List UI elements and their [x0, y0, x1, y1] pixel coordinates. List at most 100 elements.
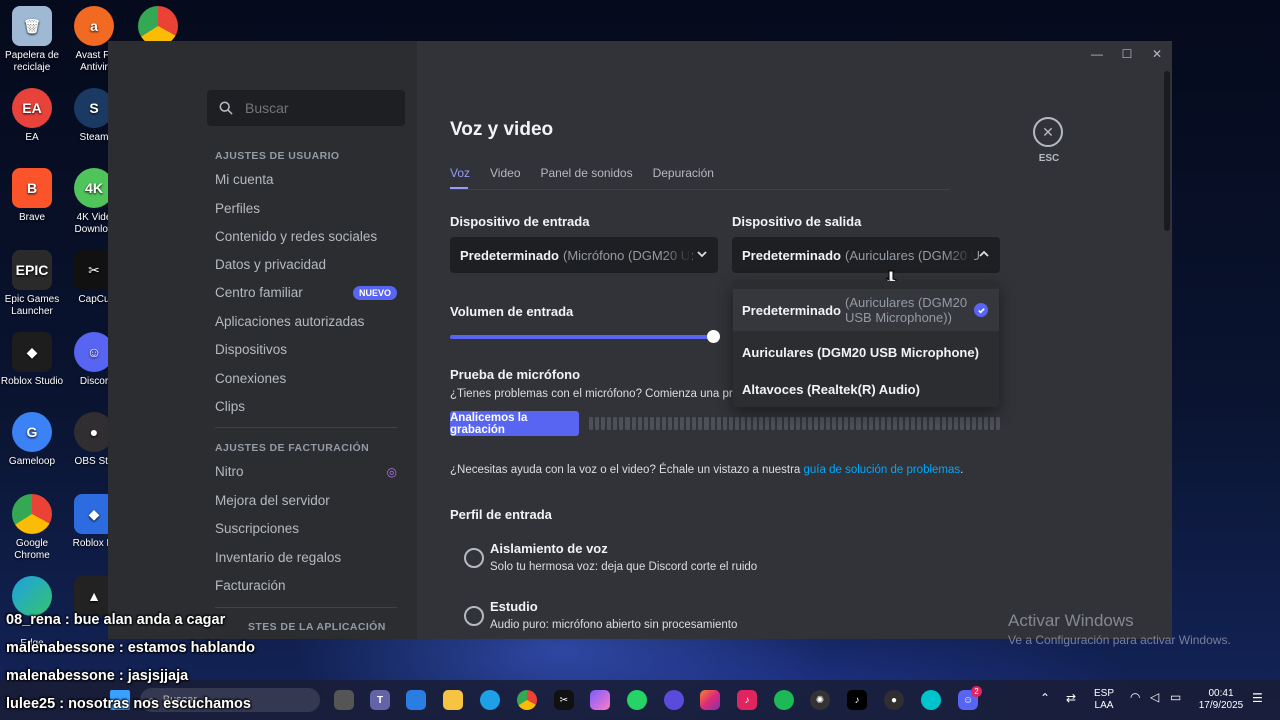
meter-segment [953, 417, 958, 430]
select-fade [662, 237, 692, 273]
window-controls: — ☐ ✕ [1082, 41, 1172, 67]
instagram-icon[interactable] [700, 690, 720, 710]
mic-test-button[interactable]: Analicemos la grabación [450, 411, 579, 436]
close-window-button[interactable]: ✕ [1142, 41, 1172, 67]
sidebar-item-content-social[interactable]: Contenido y redes sociales [215, 229, 397, 244]
wifi-icon[interactable]: ◠ [1130, 691, 1140, 703]
desktop-icon-ea[interactable]: EA EA [0, 88, 64, 144]
spotify-icon[interactable] [774, 690, 794, 710]
user-settings-header: AJUSTES DE USUARIO [215, 150, 340, 162]
sidebar-item-connections[interactable]: Conexiones [215, 371, 397, 386]
meter-segment [874, 417, 879, 430]
sidebar-item-subscriptions[interactable]: Suscripciones [215, 521, 397, 536]
profile-radio-voice-isolation[interactable] [464, 548, 484, 568]
search-input[interactable] [243, 99, 397, 117]
desktop-icon-label: Epic Games Launcher [4, 294, 60, 317]
whatsapp-icon[interactable] [627, 690, 647, 710]
sidebar-item-label: Nitro [215, 464, 244, 479]
file-explorer-icon[interactable] [443, 690, 463, 710]
sidebar-item-my-account[interactable]: Mi cuenta [215, 172, 397, 187]
dropdown-option-default[interactable]: Predeterminado (Auriculares (DGM20 USB M… [733, 289, 999, 331]
tab-debug[interactable]: Depuración [653, 166, 714, 190]
canva-icon[interactable] [921, 690, 941, 710]
sidebar-item-devices[interactable]: Dispositivos [215, 342, 397, 357]
output-device-select[interactable]: Predeterminado (Auriculares (DGM20 U [732, 237, 1000, 273]
chatgpt-icon[interactable]: ✺ [810, 690, 830, 710]
profile-radio-studio[interactable] [464, 606, 484, 626]
desktop-icon-brave[interactable]: B Brave [0, 168, 64, 224]
sidebar-item-authorized-apps[interactable]: Aplicaciones autorizadas [215, 314, 397, 329]
brave-icon: B [12, 168, 52, 208]
chat-message: malenabessone : estamos hablando [6, 640, 256, 656]
tray-network-icon[interactable]: ⇄ [1066, 692, 1076, 704]
tiktok-icon[interactable]: ♪ [847, 690, 867, 710]
desktop-icon-roblox-studio[interactable]: ◆ Roblox Studio [0, 332, 64, 388]
scrollbar[interactable] [1164, 71, 1170, 231]
sidebar-item-label: Facturación [215, 578, 286, 593]
copilot-icon[interactable] [590, 690, 610, 710]
meter-segment [765, 417, 770, 430]
sidebar-item-label: Datos y privacidad [215, 257, 327, 272]
meter-segment [838, 417, 843, 430]
task-view-icon[interactable] [334, 690, 354, 710]
desktop-icon-chrome[interactable]: Google Chrome [0, 494, 64, 562]
tiktok-alt-icon[interactable]: ♪ [737, 690, 757, 710]
sidebar-item-family-center[interactable]: Centro familiar NUEVO [215, 285, 397, 300]
obs-taskbar-icon[interactable]: ● [884, 690, 904, 710]
notifications-icon[interactable]: ☰ [1252, 692, 1263, 704]
input-volume-slider-handle[interactable] [707, 330, 720, 343]
troubleshooting-link[interactable]: guía de solución de problemas [804, 464, 961, 476]
sidebar-item-billing[interactable]: Facturación [215, 578, 397, 593]
recycle-bin-icon: 🗑 [12, 6, 52, 46]
clock-time: 00:41 [1208, 688, 1234, 699]
new-badge: NUEVO [352, 285, 397, 300]
tab-soundboard[interactable]: Panel de sonidos [541, 166, 633, 190]
desktop-icon-recycle-bin[interactable]: 🗑 Papelera de reciclaje [0, 6, 64, 74]
volume-icon[interactable]: ◁ [1150, 691, 1159, 703]
sidebar-item-data-privacy[interactable]: Datos y privacidad [215, 257, 397, 272]
app-taskbar-icon[interactable] [664, 690, 684, 710]
sidebar-item-server-boost[interactable]: Mejora del servidor [215, 493, 397, 508]
esc-label: ESC [1038, 153, 1060, 164]
meter-segment [704, 417, 709, 430]
chat-username: lulee25 [6, 696, 56, 712]
meter-segment [637, 417, 642, 430]
store-icon[interactable] [406, 690, 426, 710]
battery-icon[interactable]: ▭ [1170, 691, 1181, 703]
meter-segment [850, 417, 855, 430]
sidebar-item-gift-inventory[interactable]: Inventario de regalos [215, 550, 397, 565]
dropdown-option-speakers[interactable]: Altavoces (Realtek(R) Audio) [733, 378, 999, 400]
tab-video[interactable]: Video [490, 166, 520, 190]
chevron-up-icon [979, 250, 989, 257]
sidebar-item-profiles[interactable]: Perfiles [215, 201, 397, 216]
clock[interactable]: 00:41 17/9/2025 [1196, 688, 1246, 712]
sidebar-item-nitro[interactable]: Nitro ◎ [215, 464, 397, 479]
desktop-icon-gameloop[interactable]: G Gameloop [0, 412, 64, 468]
dropdown-option-headphones[interactable]: Auriculares (DGM20 USB Microphone) [733, 341, 999, 363]
sidebar-search[interactable] [207, 90, 405, 126]
input-device-select[interactable]: Predeterminado (Micrófono (DGM20 U: [450, 237, 718, 273]
meter-segment [753, 417, 758, 430]
app-settings-header: STES DE LA APLICACIÓN [248, 621, 386, 633]
chrome-taskbar-icon[interactable] [517, 690, 537, 710]
esc-close-button[interactable]: ✕ ESC [1033, 117, 1063, 164]
capcut-taskbar-icon[interactable]: ✂ [554, 690, 574, 710]
chevron-down-icon [697, 251, 707, 258]
desktop-icon-epic[interactable]: EPIC Epic Games Launcher [0, 250, 64, 318]
profile-title: Aislamiento de voz [490, 541, 608, 556]
minimize-button[interactable]: — [1082, 41, 1112, 67]
language-indicator[interactable]: ESP LAA [1094, 688, 1114, 712]
sidebar-item-label: Conexiones [215, 371, 287, 386]
input-volume-slider-track[interactable] [450, 335, 712, 339]
meter-segment [990, 417, 995, 430]
sidebar-item-clips[interactable]: Clips [215, 399, 397, 414]
chat-message: lulee25 : nosotras nos escuchamos [6, 696, 251, 712]
maximize-button[interactable]: ☐ [1112, 41, 1142, 67]
edge-icon [12, 576, 52, 616]
edge-taskbar-icon[interactable] [480, 690, 500, 710]
meter-segment [589, 417, 594, 430]
meter-segment [905, 417, 910, 430]
tray-chevron-icon[interactable]: ⌃ [1040, 692, 1050, 704]
teams-icon[interactable]: T [370, 690, 390, 710]
gameloop-icon: G [12, 412, 52, 452]
